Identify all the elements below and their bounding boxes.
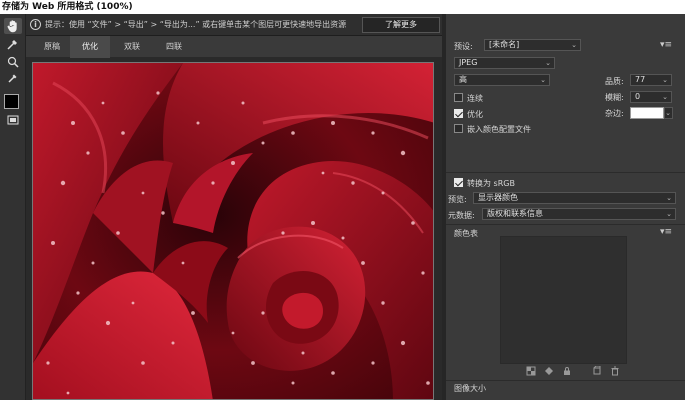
toggle-slices-icon[interactable]	[4, 112, 22, 128]
chevron-down-icon: ⌄	[662, 76, 668, 84]
blur-value: 0	[635, 92, 641, 101]
tool-palette	[0, 14, 26, 400]
hand-icon[interactable]	[4, 18, 22, 34]
info-bar: i 提示：使用 “文件” > “导出” > “导出为...” 或右键单击某个图层…	[26, 14, 442, 36]
chevron-down-icon: ⌄	[540, 76, 546, 84]
matte-color-swatch[interactable]	[630, 107, 664, 119]
preset-value: [未命名]	[489, 40, 520, 49]
tab-optimized[interactable]: 优化	[70, 36, 110, 58]
divider	[446, 172, 685, 173]
optimized-checkbox[interactable]	[454, 109, 463, 118]
new-color-icon[interactable]	[592, 366, 602, 376]
divider	[446, 224, 685, 225]
web-shift-icon[interactable]	[544, 366, 554, 376]
image-size-label: 图像大小	[454, 384, 486, 393]
format-select[interactable]: JPEG ⌄	[454, 57, 555, 69]
preview-value: 显示器颜色	[478, 193, 518, 202]
panel-menu-icon[interactable]: ▾≡	[660, 40, 672, 50]
preview-select[interactable]: 显示器颜色 ⌄	[473, 192, 676, 204]
chevron-down-icon: ⌄	[662, 93, 668, 101]
progressive-label: 连续	[467, 94, 483, 103]
chevron-down-icon: ⌄	[666, 194, 672, 202]
eyedropper-icon[interactable]	[4, 70, 22, 86]
blur-label: 模糊:	[605, 93, 624, 102]
map-to-transparent-icon[interactable]	[526, 366, 536, 376]
tab-4up[interactable]: 四联	[154, 36, 194, 58]
quality-value: 77	[635, 75, 646, 84]
matte-dropdown[interactable]: ⌄	[664, 107, 673, 119]
metadata-select[interactable]: 版权和联系信息 ⌄	[482, 208, 676, 220]
tab-original[interactable]: 原稿	[32, 36, 72, 58]
color-table-menu-icon[interactable]: ▾≡	[660, 227, 672, 237]
slice-select-icon[interactable]	[4, 36, 22, 52]
optimize-settings-panel: 预设: [未命名] ⌄ ▾≡ JPEG ⌄ 高 ⌄ 品质: 77 ⌄ 连续 模糊: 0 ⌄…	[446, 14, 685, 400]
export-hint: 提示：使用 “文件” > “导出” > “导出为...” 或右键单击某个图层可更…	[45, 20, 347, 29]
color-table[interactable]	[500, 236, 627, 364]
format-value: JPEG	[459, 58, 478, 67]
quality-preset-value: 高	[459, 75, 467, 84]
chevron-down-icon: ⌄	[666, 210, 672, 218]
metadata-value: 版权和联系信息	[487, 209, 543, 218]
preset-select[interactable]: [未命名] ⌄	[484, 39, 581, 51]
chevron-down-icon: ⌄	[571, 41, 577, 49]
metadata-label: 元数据:	[448, 211, 475, 220]
eyedropper-color-swatch[interactable]	[4, 94, 19, 109]
view-tabs: 原稿 优化 双联 四联	[26, 36, 442, 58]
matte-label: 杂边:	[605, 109, 624, 118]
lock-color-icon[interactable]	[562, 366, 572, 376]
chevron-down-icon: ⌄	[545, 59, 551, 67]
preview-canvas[interactable]	[26, 58, 442, 400]
window-title: 存储为 Web 所用格式 (100%)	[0, 0, 685, 14]
trash-icon[interactable]	[610, 366, 620, 376]
zoom-icon[interactable]	[4, 54, 22, 70]
info-icon: i	[30, 19, 41, 30]
preset-label: 预设:	[454, 42, 473, 51]
preview-label: 预览:	[448, 195, 467, 204]
optimized-label: 优化	[467, 110, 483, 119]
divider	[446, 380, 685, 381]
color-table-label: 颜色表	[454, 229, 478, 238]
tab-2up[interactable]: 双联	[112, 36, 152, 58]
embed-profile-label: 嵌入颜色配置文件	[467, 125, 531, 134]
quality-preset-select[interactable]: 高 ⌄	[454, 74, 550, 86]
rose-image-preview[interactable]	[32, 62, 434, 400]
blur-field[interactable]: 0 ⌄	[630, 91, 672, 103]
progressive-checkbox[interactable]	[454, 93, 463, 102]
quality-label: 品质:	[605, 77, 624, 86]
quality-field[interactable]: 77 ⌄	[630, 74, 672, 86]
embed-profile-checkbox[interactable]	[454, 124, 463, 133]
convert-srgb-label: 转换为 sRGB	[467, 179, 515, 188]
convert-srgb-checkbox[interactable]	[454, 178, 463, 187]
learn-more-button[interactable]: 了解更多	[362, 17, 440, 33]
chevron-down-icon: ⌄	[665, 109, 671, 117]
